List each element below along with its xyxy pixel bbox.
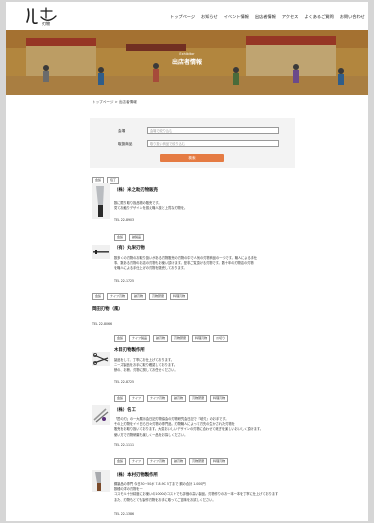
tag[interactable]: 鋏製品 — [129, 234, 145, 241]
store-description: 数に限り取り扱品物の販売です。 見てお触りデザインを揃え職人技と上質な刃物を。 — [114, 201, 187, 211]
desc-line: を職人による手仕上げの刃物を販売しております。 — [114, 266, 187, 271]
desc-line: 見てお触りデザインを揃え職人技と上質な刃物を。 — [114, 206, 188, 211]
knife-thumbnail — [92, 183, 110, 219]
scissors-thumbnail — [92, 352, 110, 366]
sword-thumbnail — [92, 245, 110, 259]
desc-line: コスモル十分精度にお使いの1000のコストでも評価の高い製品。刃物作りのお一本一… — [114, 492, 279, 497]
tag[interactable]: 爪切り — [213, 335, 229, 342]
tag[interactable]: 会館 — [114, 335, 127, 342]
store-tel: TEL 22-8066 — [92, 322, 113, 326]
tag[interactable]: 鋏刃物 — [171, 395, 187, 402]
store-tags: 会館 ナイフ刃物 鋏刃物 刃物研磨 料理刃物 — [92, 293, 189, 300]
search-button[interactable]: 検索 — [160, 154, 224, 162]
desc-line: 使い方で刃物研磨も楽しく一品をお探しください。 — [114, 432, 188, 437]
store-name[interactable]: （株）本村刃物製作所 — [114, 472, 158, 478]
desc-line: また、刃物もとても製作刃物をお手に取ってご賞味をお試しください。 — [114, 497, 216, 502]
page: 刃物 トップページ お知らせ イベント情報 出店者情報 アクセス よくあるご質問… — [6, 2, 368, 521]
store-name[interactable]: （有）丸栄刃物 — [114, 245, 145, 251]
store-tags: 会館 ナイフ ナイフ刃物 鋏刃物 刃物研磨 料理刃物 — [114, 395, 229, 402]
store-description: 製品をして、丁寧にお仕上げております。 ニーズ製品をお手に取り確認しております。… — [114, 358, 178, 374]
category-select[interactable]: 取り扱い商品で絞り込む — [147, 140, 279, 147]
tag[interactable]: ナイフ — [129, 395, 145, 402]
store-description: 鋼製品の専門 今日30−50ポ 7.8.9C 5丁まで 鋼の合計 1.000円 … — [114, 482, 278, 503]
nav-contact[interactable]: お問い合わせ — [340, 14, 365, 20]
hero-subtitle: Exhibitor — [179, 52, 195, 56]
store-tel: TEL 22-1386 — [114, 512, 135, 516]
site-logo[interactable]: 刃物 — [24, 6, 60, 26]
nav-access[interactable]: アクセス — [282, 14, 299, 20]
main-nav: トップページ お知らせ イベント情報 出店者情報 アクセス よくあるご質問 お問… — [170, 14, 365, 20]
nav-news[interactable]: お知らせ — [201, 14, 218, 20]
store-tags: 会館 ナイフ ナイフ刃物 鋏刃物 刃物研磨 料理刃物 — [114, 458, 229, 465]
nav-events[interactable]: イベント情報 — [224, 14, 249, 20]
tag[interactable]: 会館 — [92, 293, 105, 300]
hero-banner: Exhibitor 出店者情報 — [6, 30, 368, 95]
tag[interactable]: 料理刃物 — [192, 335, 211, 342]
store-description: 「匠の刃」の一大展示会日記刃物協会の刃物研究会日記で『岐刃』のお手です。 その上… — [114, 417, 263, 438]
store-tags: 会館 ナイフ製品 鋏刃物 刃物研磨 料理刃物 爪切り — [114, 335, 229, 342]
store-tel: TEL 22-8725 — [114, 380, 135, 384]
nav-exhibitors[interactable]: 出店者情報 — [255, 14, 276, 20]
tag[interactable]: 料理刃物 — [170, 293, 189, 300]
keyword-label: 会場 — [118, 129, 126, 133]
breadcrumb[interactable]: トップページ > 出店者情報 — [92, 100, 137, 105]
tag[interactable]: 料理刃物 — [210, 395, 229, 402]
knife-thumbnail — [92, 470, 110, 492]
store-tel: TEL 22-1111 — [114, 443, 135, 447]
keyword-input[interactable]: 会場で絞り込む — [147, 127, 279, 134]
desc-line: 鋏の、お鋏、刃物に関してお任せください。 — [114, 368, 178, 373]
tag[interactable]: ナイフ製品 — [129, 335, 151, 342]
tag[interactable]: 会館 — [114, 395, 127, 402]
tag[interactable]: ナイフ刃物 — [147, 458, 169, 465]
store-name[interactable]: （株）名工 — [114, 407, 136, 413]
tag[interactable]: 刃物研磨 — [171, 335, 190, 342]
tag[interactable]: ナイフ刃物 — [107, 293, 129, 300]
search-panel: 会場 会場で絞り込む 取扱商品 取り扱い商品で絞り込む 検索 — [90, 118, 295, 168]
site-header: 刃物 トップページ お知らせ イベント情報 出店者情報 アクセス よくあるご質問… — [6, 2, 368, 30]
keyword-row: 会場 会場で絞り込む — [90, 127, 295, 135]
nav-faq[interactable]: よくあるご質問 — [304, 14, 333, 20]
logo-text: 刃物 — [42, 20, 50, 26]
store-name[interactable]: 木目刃物製作所 — [114, 347, 145, 353]
tag[interactable]: 鋏刃物 — [171, 458, 187, 465]
knife-set-thumbnail — [92, 405, 110, 425]
category-label: 取扱商品 — [118, 142, 133, 146]
tag[interactable]: 刃物研磨 — [149, 293, 168, 300]
tag[interactable]: ナイフ — [129, 458, 145, 465]
tag[interactable]: 料理刃物 — [210, 458, 229, 465]
tag[interactable]: 鋏刃物 — [131, 293, 147, 300]
store-tel: TEL 22-1725 — [114, 279, 135, 283]
category-row: 取扱商品 取り扱い商品で絞り込む — [90, 140, 295, 148]
tag[interactable]: ナイフ刃物 — [147, 395, 169, 402]
store-name[interactable]: （株）米之助刃物販売 — [114, 187, 158, 193]
nav-top[interactable]: トップページ — [170, 14, 195, 20]
desc-line: 販売をお取り扱いております。大変おいしいデザインの刃物に合わせて砥ぎを楽しいおい… — [114, 427, 263, 432]
store-tel: TEL 22-8903 — [114, 218, 135, 222]
tag[interactable]: 会館 — [114, 234, 127, 241]
tag[interactable]: 会館 — [114, 458, 127, 465]
tag[interactable]: 刃物研磨 — [189, 395, 208, 402]
store-tags: 会館 鋏製品 — [114, 234, 145, 241]
hero-title: 出店者情報 — [171, 59, 202, 66]
store-name[interactable]: 岡田刃物（風） — [92, 306, 123, 312]
tag[interactable]: 刃物研磨 — [189, 458, 208, 465]
store-description: 数多くの刃物のお取り扱いがある刃物販売の刃物の中で人気の刃物商品の一つです。職人… — [114, 256, 257, 272]
tag[interactable]: 鋏刃物 — [153, 335, 169, 342]
